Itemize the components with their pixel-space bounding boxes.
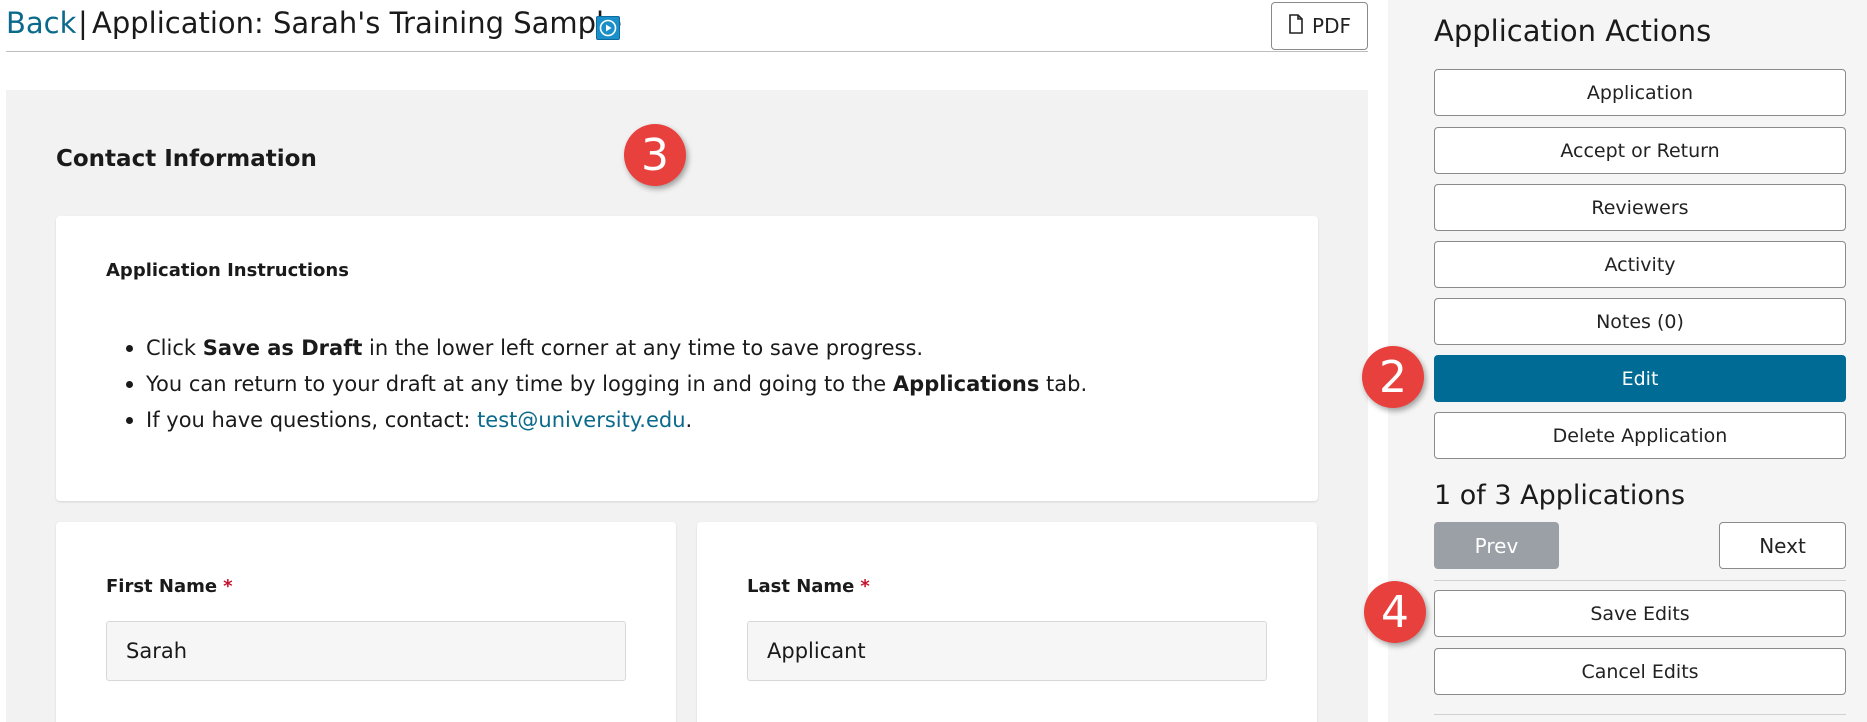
pdf-button[interactable]: PDF <box>1271 2 1368 50</box>
step-marker-4: 4 <box>1364 581 1426 643</box>
last-name-field[interactable]: Applicant <box>747 621 1267 681</box>
first-name-card: First Name * Sarah <box>56 522 676 722</box>
application-button[interactable]: Application <box>1434 69 1846 116</box>
last-name-card: Last Name * Applicant <box>697 522 1317 722</box>
save-edits-button[interactable]: Save Edits <box>1434 590 1846 637</box>
sidebar-title: Application Actions <box>1434 14 1712 48</box>
instructions-list: Click Save as Draft in the lower left co… <box>106 330 1087 438</box>
step-marker-2: 2 <box>1362 346 1424 408</box>
accept-or-return-button[interactable]: Accept or Return <box>1434 127 1846 174</box>
required-indicator: * <box>860 576 870 597</box>
contact-email-link[interactable]: test@university.edu <box>477 408 685 432</box>
application-counter: 1 of 3 Applications <box>1434 480 1686 511</box>
cancel-edits-button[interactable]: Cancel Edits <box>1434 648 1846 695</box>
reviewers-button[interactable]: Reviewers <box>1434 184 1846 231</box>
back-link[interactable]: Back <box>6 6 76 40</box>
delete-application-button[interactable]: Delete Application <box>1434 412 1846 459</box>
instructions-card: Application Instructions Click Save as D… <box>56 216 1318 501</box>
file-icon <box>1288 13 1304 39</box>
prev-button[interactable]: Prev <box>1434 522 1559 569</box>
step-marker-3: 3 <box>624 124 686 186</box>
page-header: Back | Application: Sarah's Training Sam… <box>6 0 1368 52</box>
first-name-field[interactable]: Sarah <box>106 621 626 681</box>
instructions-heading: Application Instructions <box>106 260 349 281</box>
divider <box>1434 714 1846 715</box>
play-video-icon[interactable] <box>596 16 620 40</box>
instruction-item: You can return to your draft at any time… <box>106 366 1087 402</box>
required-indicator: * <box>223 576 233 597</box>
next-button[interactable]: Next <box>1719 522 1846 569</box>
application-form-panel: Contact Information 3 Application Instru… <box>6 90 1368 722</box>
activity-button[interactable]: Activity <box>1434 241 1846 288</box>
first-name-label: First Name * <box>106 576 233 597</box>
last-name-label: Last Name * <box>747 576 870 597</box>
instruction-item: Click Save as Draft in the lower left co… <box>106 330 1087 366</box>
instruction-item: If you have questions, contact: test@uni… <box>106 402 1087 438</box>
application-actions-sidebar: Application Actions Application Accept o… <box>1388 0 1867 722</box>
pdf-button-label: PDF <box>1312 14 1351 38</box>
divider <box>1434 580 1846 581</box>
notes-button[interactable]: Notes (0) <box>1434 298 1846 345</box>
section-title: Contact Information <box>56 146 317 172</box>
header-separator: | <box>78 6 88 40</box>
page-title: Application: Sarah's Training Sample <box>92 6 622 40</box>
edit-button[interactable]: Edit <box>1434 355 1846 402</box>
